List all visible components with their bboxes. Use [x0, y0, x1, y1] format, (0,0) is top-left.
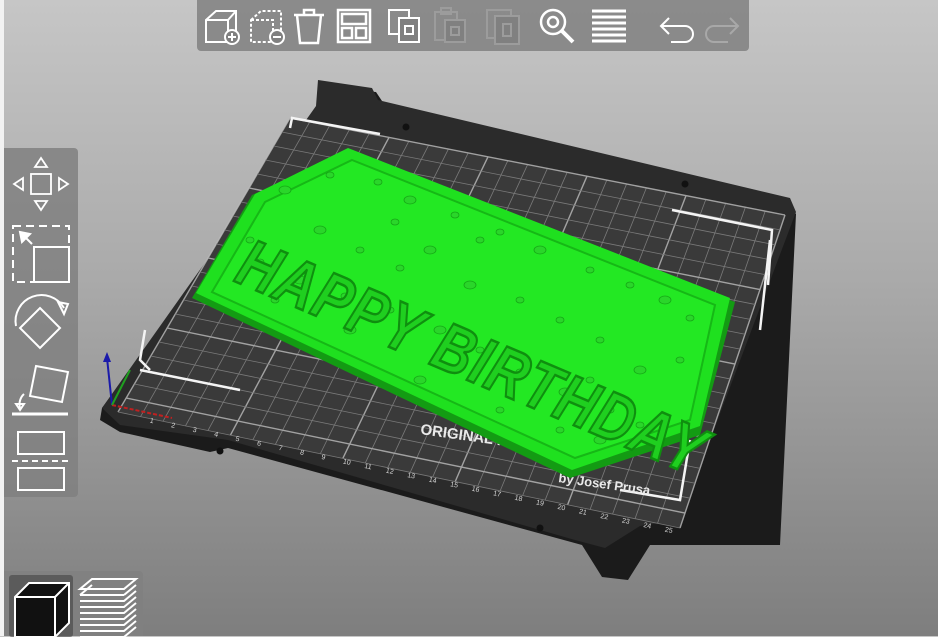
- add-cube-icon: [205, 10, 240, 45]
- 3d-view-button[interactable]: [9, 575, 73, 637]
- add-object-button[interactable]: [202, 6, 242, 46]
- model-dot: [278, 185, 292, 195]
- scale-icon: [12, 225, 70, 283]
- rotate-tool[interactable]: [10, 290, 72, 354]
- ruler-number: 11: [364, 463, 373, 471]
- model-dot: [403, 195, 417, 205]
- search-icon: [539, 8, 575, 44]
- left-toolbar: [4, 148, 78, 497]
- trash-icon: [294, 8, 324, 45]
- preview-button[interactable]: [76, 575, 140, 637]
- model-dot: [633, 365, 647, 375]
- model-dot: [450, 211, 460, 219]
- redo-button[interactable]: [702, 6, 742, 46]
- move-tool[interactable]: [10, 152, 72, 216]
- model-dot: [533, 245, 547, 255]
- 3d-viewport[interactable]: 1234567891011121314151617181920212223242…: [0, 0, 938, 636]
- cube-view-icon: [14, 582, 70, 637]
- top-toolbar: [197, 0, 749, 51]
- delete-all-button[interactable]: [289, 6, 329, 46]
- layers-icon: [592, 9, 626, 43]
- cut-tool[interactable]: [10, 428, 72, 492]
- copy-icon: [388, 9, 420, 43]
- delete-cube-icon: [250, 10, 285, 45]
- view-toggle-bar: [4, 571, 143, 637]
- place-on-face-icon: [12, 364, 70, 416]
- redo-icon: [705, 17, 740, 43]
- model-dot: [313, 225, 327, 235]
- model-dot: [390, 218, 400, 226]
- model-dot: [625, 281, 635, 289]
- layers-preview-icon: [77, 578, 139, 637]
- delete-button[interactable]: [247, 6, 287, 46]
- model-dot: [325, 171, 335, 179]
- scale-tool[interactable]: [10, 220, 72, 284]
- layers-editing-button[interactable]: [589, 6, 629, 46]
- model-dot: [595, 336, 605, 344]
- cut-icon: [12, 431, 70, 491]
- arrange-icon: [336, 8, 372, 44]
- rotate-icon: [14, 294, 70, 350]
- undo-button[interactable]: [657, 6, 697, 46]
- move-arrows-icon: [12, 156, 70, 212]
- search-button[interactable]: [537, 6, 577, 46]
- instance-plus-icon: [486, 9, 520, 45]
- model-dot: [555, 316, 565, 324]
- arrange-button[interactable]: [334, 6, 374, 46]
- add-instance-button[interactable]: [483, 6, 523, 46]
- model-dot: [658, 295, 672, 305]
- model-dot: [395, 264, 405, 272]
- model-dot: [475, 236, 485, 244]
- copy-button[interactable]: [385, 6, 425, 46]
- model-dot: [423, 245, 437, 255]
- model-dot: [355, 246, 365, 254]
- place-on-face-tool[interactable]: [10, 360, 72, 424]
- paste-icon: [434, 7, 466, 43]
- model-dot: [495, 228, 505, 236]
- undo-icon: [659, 17, 694, 43]
- model-dot: [373, 178, 383, 186]
- model-dot: [463, 280, 477, 290]
- model-dot: [685, 314, 695, 322]
- model-dot: [515, 296, 525, 304]
- paste-button[interactable]: [431, 6, 471, 46]
- model-dot: [585, 266, 595, 274]
- model-dot: [675, 356, 685, 364]
